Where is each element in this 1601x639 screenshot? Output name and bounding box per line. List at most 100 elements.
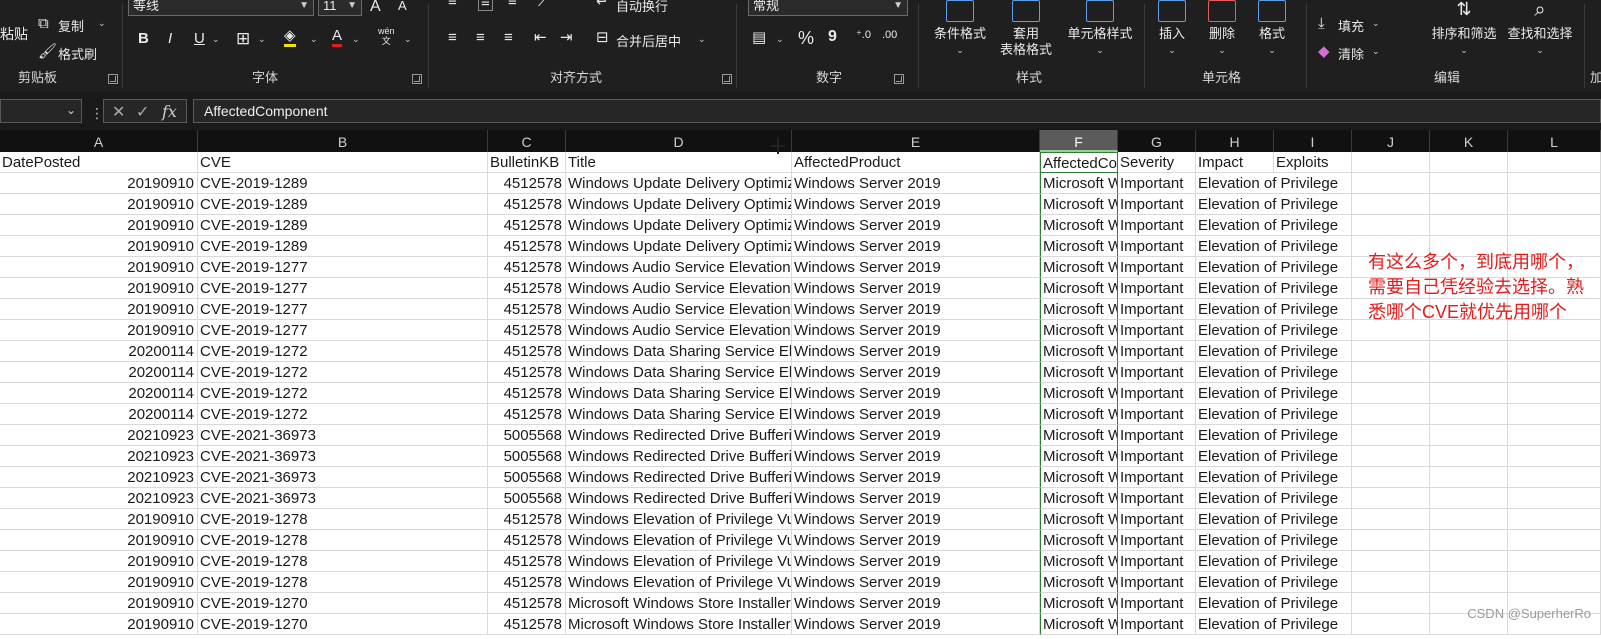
cell-impact[interactable]: Elevation of Privilege xyxy=(1196,572,1352,593)
cell-severity[interactable]: Important xyxy=(1118,593,1196,614)
border-dropdown-icon[interactable]: ⌄ xyxy=(258,35,266,44)
fill-button[interactable]: 填充 xyxy=(1338,16,1364,35)
cell-impact[interactable]: Elevation of Privilege xyxy=(1196,614,1352,635)
cell-severity[interactable]: Important xyxy=(1118,194,1196,215)
empty-cell[interactable] xyxy=(1430,446,1508,467)
accounting-dropdown-icon[interactable]: ⌄ xyxy=(776,35,784,44)
header-cell-dateposted[interactable]: DatePosted xyxy=(0,152,198,173)
cell-severity[interactable]: Important xyxy=(1118,488,1196,509)
cell-severity[interactable]: Important xyxy=(1118,383,1196,404)
cell-affectedcomponent[interactable]: Microsoft Windows xyxy=(1040,215,1118,236)
align-left-icon[interactable]: ≡ xyxy=(448,30,457,45)
shrink-font-button[interactable]: A xyxy=(398,0,407,13)
cell-impact[interactable]: Elevation of Privilege xyxy=(1196,362,1352,383)
copy-button[interactable]: 复制 xyxy=(58,16,84,35)
cell-title[interactable]: Windows Elevation of Privilege Vulnerabi… xyxy=(566,551,792,572)
empty-cell[interactable] xyxy=(1508,152,1601,173)
cell-affectedproduct[interactable]: Windows Server 2019 xyxy=(792,194,1040,215)
cell-dateposted[interactable]: 20190910 xyxy=(0,614,198,635)
cell-affectedproduct[interactable]: Windows Server 2019 xyxy=(792,593,1040,614)
empty-cell[interactable] xyxy=(1430,341,1508,362)
align-top-icon[interactable]: ≡ xyxy=(448,0,457,9)
font-name-select[interactable]: 等线 ▼ xyxy=(128,0,314,16)
cell-dateposted[interactable]: 20190910 xyxy=(0,278,198,299)
empty-cell[interactable] xyxy=(1352,593,1430,614)
cell-severity[interactable]: Important xyxy=(1118,509,1196,530)
cell-title[interactable]: Windows Data Sharing Service Elevation xyxy=(566,341,792,362)
sort-filter-button[interactable]: ⇅ 排序和筛选 ⌄ xyxy=(1426,0,1502,58)
cell-impact[interactable]: Elevation of Privilege xyxy=(1196,593,1352,614)
cell-title[interactable]: Windows Audio Service Elevation xyxy=(566,320,792,341)
empty-cell[interactable] xyxy=(1508,341,1601,362)
cell-cve[interactable]: CVE-2019-1278 xyxy=(198,509,488,530)
cell-impact[interactable]: Elevation of Privilege xyxy=(1196,404,1352,425)
cell-title[interactable]: Windows Elevation of Privilege Vulnerabi… xyxy=(566,530,792,551)
cell-affectedproduct[interactable]: Windows Server 2019 xyxy=(792,614,1040,635)
empty-cell[interactable] xyxy=(1430,467,1508,488)
header-cell-bulletinkb[interactable]: BulletinKB xyxy=(488,152,566,173)
cell-title[interactable]: Windows Update Delivery Optimization xyxy=(566,173,792,194)
cell-dateposted[interactable]: 20190910 xyxy=(0,551,198,572)
cell-impact[interactable]: Elevation of Privilege xyxy=(1196,194,1352,215)
cell-affectedproduct[interactable]: Windows Server 2019 xyxy=(792,530,1040,551)
cell-bulletinkb[interactable]: 4512578 xyxy=(488,299,566,320)
empty-cell[interactable] xyxy=(1508,362,1601,383)
cell-affectedcomponent[interactable]: Microsoft Windows xyxy=(1040,383,1118,404)
font-color-icon[interactable]: A xyxy=(332,28,343,47)
cell-cve[interactable]: CVE-2019-1272 xyxy=(198,404,488,425)
cell-severity[interactable]: Important xyxy=(1118,278,1196,299)
empty-cell[interactable] xyxy=(1430,572,1508,593)
cell-affectedcomponent[interactable]: Microsoft Windows xyxy=(1040,341,1118,362)
cell-title[interactable]: Windows Redirected Drive Buffering xyxy=(566,425,792,446)
cell-severity[interactable]: Important xyxy=(1118,467,1196,488)
cell-affectedcomponent[interactable]: Microsoft Windows xyxy=(1040,614,1118,635)
cell-affectedcomponent[interactable]: Microsoft Windows xyxy=(1040,467,1118,488)
cell-affectedproduct[interactable]: Windows Server 2019 xyxy=(792,488,1040,509)
cell-dateposted[interactable]: 20210923 xyxy=(0,488,198,509)
merge-center-icon[interactable]: ⊟ xyxy=(596,30,609,45)
cell-severity[interactable]: Important xyxy=(1118,446,1196,467)
cell-cve[interactable]: CVE-2019-1277 xyxy=(198,299,488,320)
delete-button[interactable]: 删除 ⌄ xyxy=(1200,0,1244,58)
merge-dropdown-icon[interactable]: ⌄ xyxy=(698,35,706,44)
empty-cell[interactable] xyxy=(1352,404,1430,425)
column-header-b[interactable]: B xyxy=(198,130,488,152)
cell-title[interactable]: Windows Audio Service Elevation xyxy=(566,278,792,299)
column-header-e[interactable]: E xyxy=(792,130,1040,152)
comma-style-button[interactable]: 9 xyxy=(828,28,837,46)
cell-title[interactable]: Windows Elevation of Privilege Vulnerabi… xyxy=(566,509,792,530)
cell-affectedcomponent[interactable]: Microsoft Windows xyxy=(1040,236,1118,257)
cell-cve[interactable]: CVE-2021-36973 xyxy=(198,467,488,488)
cell-affectedproduct[interactable]: Windows Server 2019 xyxy=(792,341,1040,362)
wrap-text-button[interactable]: 自动换行 xyxy=(616,0,668,15)
cell-cve[interactable]: CVE-2021-36973 xyxy=(198,446,488,467)
align-middle-icon[interactable]: ≡ xyxy=(478,0,493,11)
empty-cell[interactable] xyxy=(1352,467,1430,488)
column-header-a[interactable]: A xyxy=(0,130,198,152)
cell-impact[interactable]: Elevation of Privilege xyxy=(1196,383,1352,404)
cell-impact[interactable]: Elevation of Privilege xyxy=(1196,215,1352,236)
cell-affectedcomponent[interactable]: Microsoft Windows xyxy=(1040,362,1118,383)
cell-cve[interactable]: CVE-2019-1270 xyxy=(198,614,488,635)
italic-button[interactable]: I xyxy=(168,30,172,47)
empty-cell[interactable] xyxy=(1430,215,1508,236)
header-cell-exploits[interactable]: Exploits xyxy=(1274,152,1352,173)
cell-bulletinkb[interactable]: 5005568 xyxy=(488,446,566,467)
clipboard-launcher-icon[interactable] xyxy=(108,74,118,84)
cell-cve[interactable]: CVE-2019-1272 xyxy=(198,362,488,383)
cell-cve[interactable]: CVE-2019-1289 xyxy=(198,236,488,257)
clear-dropdown-icon[interactable]: ⌄ xyxy=(1372,47,1380,56)
cell-severity[interactable]: Important xyxy=(1118,530,1196,551)
empty-cell[interactable] xyxy=(1430,404,1508,425)
cell-dateposted[interactable]: 20190910 xyxy=(0,215,198,236)
empty-cell[interactable] xyxy=(1430,362,1508,383)
empty-cell[interactable] xyxy=(1430,509,1508,530)
column-header-d[interactable]: D xyxy=(566,130,792,152)
cell-bulletinkb[interactable]: 4512578 xyxy=(488,383,566,404)
cell-title[interactable]: Windows Update Delivery Optimization xyxy=(566,236,792,257)
empty-cell[interactable] xyxy=(1352,509,1430,530)
enter-icon[interactable]: ✓ xyxy=(136,102,149,122)
cell-title[interactable]: Windows Audio Service Elevation xyxy=(566,299,792,320)
cell-affectedcomponent[interactable]: Microsoft Windows xyxy=(1040,488,1118,509)
empty-cell[interactable] xyxy=(1352,572,1430,593)
